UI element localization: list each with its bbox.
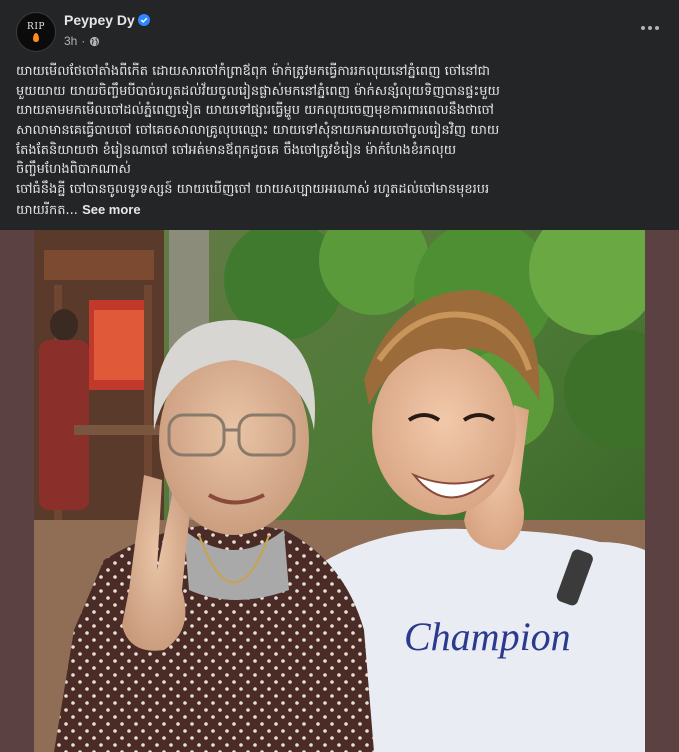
author-name-link[interactable]: Peypey Dy bbox=[64, 12, 135, 28]
post-message: យាយមើលថែចៅតាំងពីកើត ដោយសារចៅកំព្រាឪពុក ម… bbox=[16, 62, 664, 220]
post-timestamp-link[interactable]: 3h bbox=[64, 34, 77, 48]
shirt-logo-text: Champion bbox=[404, 614, 571, 659]
candle-flame-icon bbox=[33, 32, 39, 42]
post-text-line: សាលាមានគេធ្វើបាបចៅ ចៅគេចសាលាគ្រូលុបឈ្មោះ… bbox=[16, 123, 500, 139]
photo-illustration: Champion bbox=[34, 230, 645, 752]
post-text-line: យាយតាមមកមើលចៅដល់ភ្នំពេញទៀត យាយទៅផ្សារធ្វ… bbox=[16, 103, 494, 119]
post-text-last-line: យាយរីកត... See more bbox=[16, 200, 664, 220]
more-dot bbox=[641, 26, 645, 30]
meta-separator: · bbox=[81, 34, 86, 48]
post-text-line: យាយមើលថែចៅតាំងពីកើត ដោយសារចៅកំព្រាឪពុក ម… bbox=[16, 64, 490, 79]
author-avatar[interactable]: RIP bbox=[16, 12, 56, 52]
post-text-line: តែងតែនិយាយថា ខំរៀនណាចៅ ចៅអត់មានឪពុកដូចគេ… bbox=[16, 142, 457, 158]
post-text-line: មួយយាយ យាយចិញ្ចឹមបីបាច់រហូតដល់វ័យចូលរៀនផ… bbox=[16, 83, 500, 99]
post-text-line: ចិញ្ចឹមហែងពិបាកណាស់ bbox=[16, 162, 131, 178]
post-photo[interactable]: Champion bbox=[34, 230, 645, 752]
more-dot bbox=[648, 26, 652, 30]
verified-badge-icon bbox=[138, 14, 150, 26]
post-text-line: ចៅធំនឹងគ្នី ចៅបានចូលទូរទស្សន៍ យាយឃើញចៅ យ… bbox=[16, 182, 490, 198]
post-header: RIP Peypey Dy 3h · bbox=[0, 0, 679, 56]
post-meta: 3h · bbox=[64, 34, 100, 48]
post-text-truncated: យាយរីកត... bbox=[16, 202, 78, 218]
see-more-link[interactable]: See more bbox=[82, 202, 141, 217]
globe-icon[interactable] bbox=[89, 36, 100, 47]
more-dot bbox=[655, 26, 659, 30]
avatar-text: RIP bbox=[27, 21, 45, 32]
post-more-options-button[interactable] bbox=[635, 16, 665, 40]
post-media-frame: Champion bbox=[0, 230, 679, 752]
